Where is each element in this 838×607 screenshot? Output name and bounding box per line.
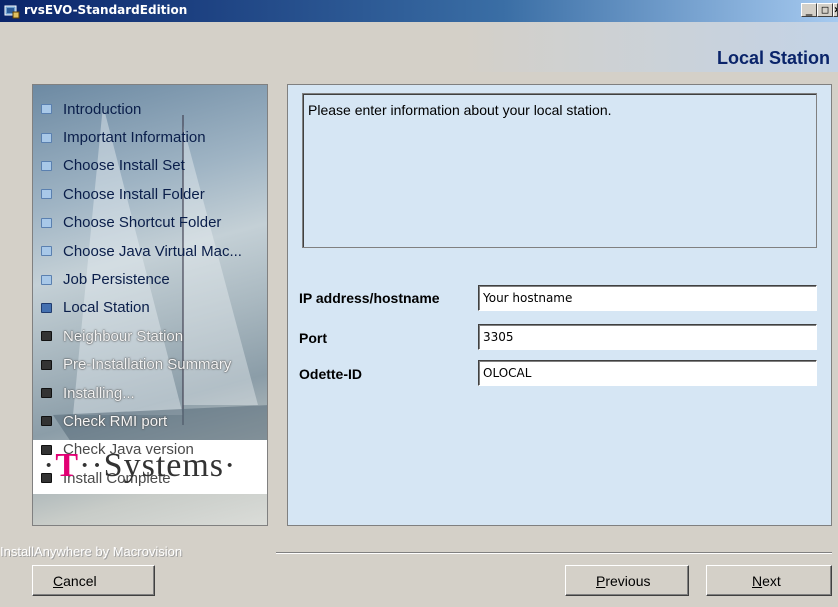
step-bullet-icon [41, 388, 52, 399]
minimize-button[interactable]: _ [801, 3, 817, 17]
step-bullet-icon [41, 160, 52, 171]
step-bullet-icon [41, 246, 52, 257]
step-item: Installing... [41, 379, 242, 407]
step-item: Choose Install Set [41, 152, 242, 180]
next-button[interactable]: Next [706, 565, 832, 596]
ip-address-input[interactable]: Your hostname [478, 285, 817, 311]
step-label: Local Station [63, 299, 150, 317]
description-box: Please enter information about your loca… [302, 93, 817, 248]
step-title: Local Station [716, 48, 830, 68]
port-input[interactable]: 3305 [478, 324, 817, 350]
t-systems-logo: ·T··Systems· [43, 447, 237, 484]
step-label: Introduction [63, 100, 142, 118]
step-item: Choose Install Folder [41, 180, 242, 208]
previous-button[interactable]: Previous [565, 565, 689, 596]
installanywhere-brand: InstallAnywhere by Macrovision [0, 544, 183, 559]
step-item: Choose Java Virtual Mac... [41, 237, 242, 265]
step-label: Choose Shortcut Folder [63, 214, 222, 232]
odette-id-label: Odette-ID [299, 366, 362, 382]
step-bullet-icon [41, 274, 52, 285]
step-bullet-icon [41, 217, 52, 228]
cancel-button[interactable]: Cancel [32, 565, 155, 596]
step-bullet-icon [41, 359, 52, 370]
install-steps-panel: Introduction Important Information Choos… [32, 84, 268, 526]
step-label: Choose Install Set [63, 157, 185, 175]
step-bullet-icon [41, 416, 52, 427]
odette-id-input[interactable]: OLOCAL [478, 360, 817, 386]
step-header: Local Station [0, 22, 838, 72]
install-steps-list: Introduction Important Information Choos… [41, 95, 242, 492]
step-item-current: Local Station [41, 294, 242, 322]
step-label: Job Persistence [63, 271, 170, 289]
step-bullet-icon [41, 302, 52, 313]
step-label: Choose Java Virtual Mac... [63, 242, 242, 260]
window-title-bar[interactable]: rvsEVO-StandardEdition _ □ × [0, 0, 838, 22]
content-panel: Please enter information about your loca… [287, 84, 832, 526]
window-title: rvsEVO-StandardEdition [24, 3, 188, 17]
step-item: Important Information [41, 123, 242, 151]
step-item: Choose Shortcut Folder [41, 209, 242, 237]
close-button[interactable]: × [833, 3, 838, 17]
step-label: Neighbour Station [63, 327, 184, 345]
ip-address-label: IP address/hostname [299, 290, 440, 306]
step-label: Installing... [63, 384, 135, 402]
step-label: Check RMI port [63, 412, 168, 430]
step-item: Pre-Installation Summary [41, 351, 242, 379]
footer-divider [276, 552, 832, 554]
port-label: Port [299, 330, 327, 346]
step-bullet-icon [41, 104, 52, 115]
installer-app-icon [4, 3, 20, 19]
step-item: Check RMI port [41, 407, 242, 435]
step-bullet-icon [41, 132, 52, 143]
step-bullet-icon [41, 331, 52, 342]
step-label: Choose Install Folder [63, 185, 205, 203]
maximize-button[interactable]: □ [817, 3, 833, 17]
step-item: Job Persistence [41, 265, 242, 293]
step-label: Important Information [63, 129, 206, 147]
description-text: Please enter information about your loca… [308, 102, 612, 118]
step-bullet-icon [41, 189, 52, 200]
step-label: Pre-Installation Summary [63, 356, 232, 374]
step-item: Neighbour Station [41, 322, 242, 350]
step-item: Introduction [41, 95, 242, 123]
